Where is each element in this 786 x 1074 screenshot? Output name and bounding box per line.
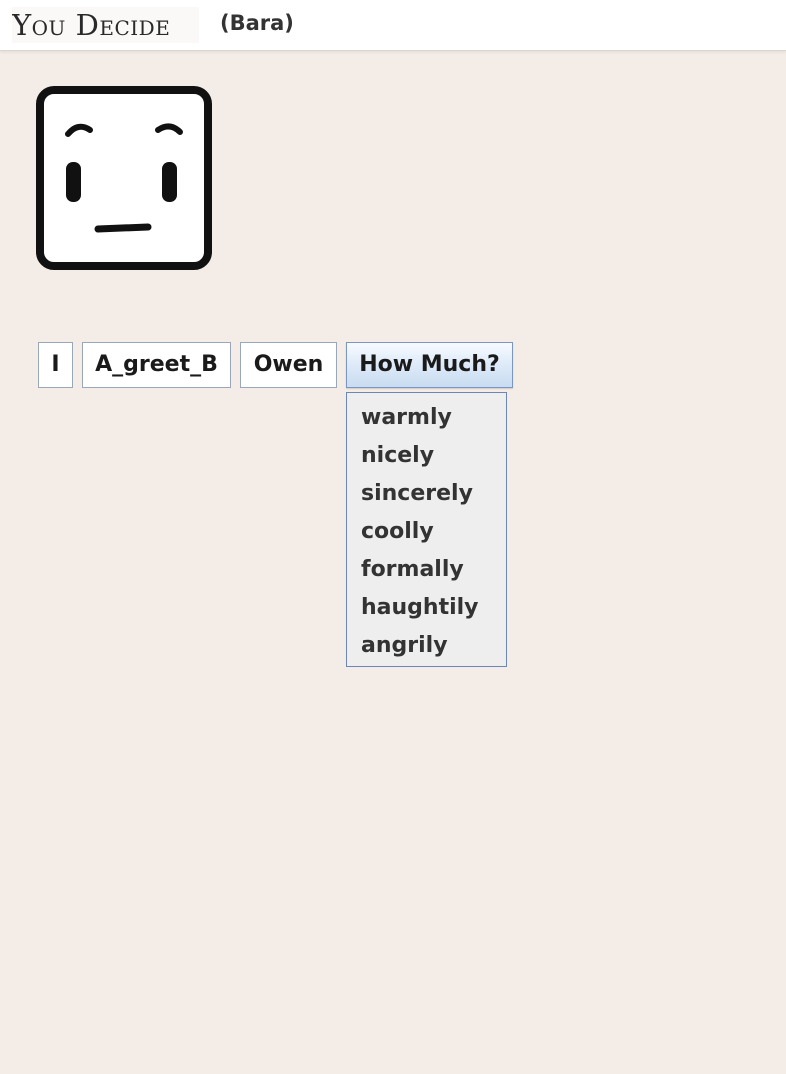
adverb-dropdown-menu: warmly nicely sincerely coolly formally … bbox=[346, 392, 507, 667]
menu-item-formally[interactable]: formally bbox=[361, 551, 464, 589]
word-button-verb[interactable]: A_greet_B bbox=[82, 342, 231, 388]
face-avatar-icon bbox=[36, 86, 212, 270]
menu-item-warmly[interactable]: warmly bbox=[361, 399, 452, 437]
how-much-dropdown-button[interactable]: How Much? bbox=[346, 342, 513, 388]
app-title-logo: You Decide bbox=[12, 7, 199, 43]
header-bar: You Decide (Bara) bbox=[0, 0, 786, 51]
menu-item-angrily[interactable]: angrily bbox=[361, 627, 448, 665]
menu-item-nicely[interactable]: nicely bbox=[361, 437, 434, 475]
menu-item-coolly[interactable]: coolly bbox=[361, 513, 434, 551]
player-name: (Bara) bbox=[220, 11, 294, 35]
word-button-subject[interactable]: I bbox=[38, 342, 73, 388]
word-button-object[interactable]: Owen bbox=[240, 342, 337, 388]
menu-item-haughtily[interactable]: haughtily bbox=[361, 589, 479, 627]
menu-item-sincerely[interactable]: sincerely bbox=[361, 475, 473, 513]
